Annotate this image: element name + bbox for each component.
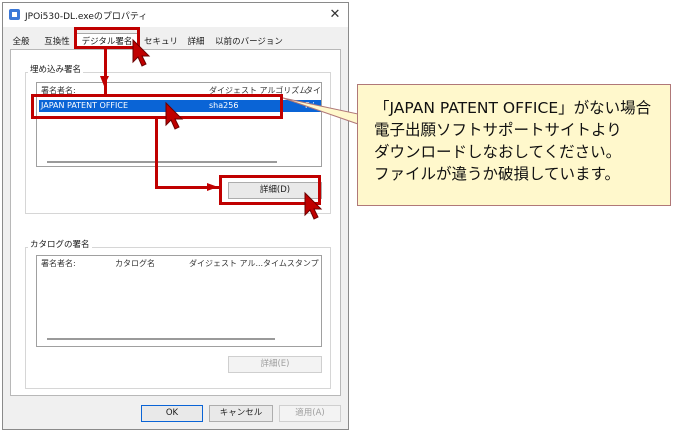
arrowhead-details (207, 183, 218, 191)
callout-line: 電子出願ソフトサポートサイトより (374, 119, 670, 141)
callout-pointer (0, 0, 681, 434)
callout-line: 「JAPAN PATENT OFFICE」がない場合 (374, 97, 670, 119)
callout-text: 「JAPAN PATENT OFFICE」がない場合 電子出願ソフトサポートサイ… (374, 97, 670, 185)
warning-callout: 「JAPAN PATENT OFFICE」がない場合 電子出願ソフトサポートサイ… (357, 84, 671, 206)
arrowhead-tab (100, 76, 109, 86)
callout-line: ファイルが違うか破損しています。 (374, 163, 670, 185)
callout-line: ダウンロードしなおしてください。 (374, 141, 670, 163)
cursor-icon (133, 40, 321, 219)
